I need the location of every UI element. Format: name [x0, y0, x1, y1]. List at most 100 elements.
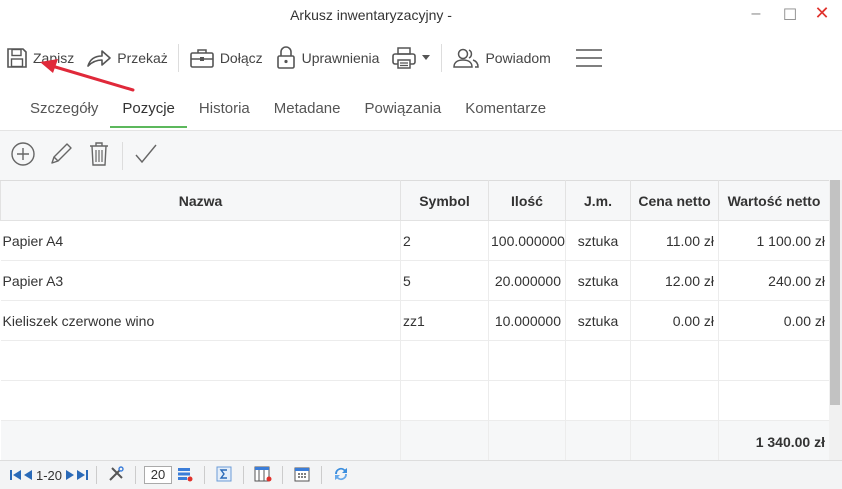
table-row[interactable]: Kieliszek czerwone wino zz1 10.000000 sz…: [0, 300, 830, 341]
briefcase-icon: [189, 47, 215, 69]
hamburger-menu-icon: [575, 47, 603, 69]
column-header-nazwa[interactable]: Nazwa: [0, 180, 401, 221]
cell-name: Kieliszek czerwone wino: [0, 300, 401, 341]
tab-metadane[interactable]: Metadane: [262, 90, 353, 128]
permissions-button[interactable]: Uprawnienia: [269, 38, 386, 78]
refresh-button[interactable]: [330, 465, 352, 485]
calendar-icon: [294, 466, 310, 485]
page-size-input[interactable]: 20: [144, 466, 173, 484]
tab-pozycje[interactable]: Pozycje: [110, 90, 187, 128]
title-bar: Arkusz inwentaryzacyjny - – ☐ ✕: [0, 0, 842, 32]
pager-divider: [282, 466, 284, 484]
column-header-wartosc-netto[interactable]: Wartość netto: [718, 180, 830, 221]
cell-qty: 20.000000: [488, 260, 566, 301]
pager-divider: [321, 466, 323, 484]
print-button[interactable]: [385, 38, 437, 78]
tab-szczegoly[interactable]: Szczegóły: [18, 90, 110, 128]
cell-symbol: 2: [400, 220, 489, 261]
cell-value: 240.00 zł: [718, 260, 830, 301]
scrollbar-thumb[interactable]: [830, 180, 840, 405]
tools-button[interactable]: [105, 465, 127, 485]
cell-symbol: 5: [400, 260, 489, 301]
pencil-icon: [48, 141, 74, 170]
sum-button[interactable]: [213, 465, 235, 485]
save-label: Zapisz: [33, 50, 75, 66]
column-header-symbol[interactable]: Symbol: [400, 180, 489, 221]
cell-price: 12.00 zł: [630, 260, 719, 301]
chevron-down-icon[interactable]: [421, 54, 431, 62]
cell-unit: sztuka: [565, 260, 631, 301]
table-row-empty: [0, 380, 830, 421]
pager-divider: [204, 466, 206, 484]
table-header-row: Nazwa Symbol Ilość J.m. Cena netto Warto…: [0, 180, 830, 221]
action-divider: [122, 141, 123, 170]
floppy-disk-icon: [6, 47, 28, 69]
cell-qty: 10.000000: [488, 300, 566, 341]
attach-label: Dołącz: [219, 50, 263, 66]
plus-circle-icon: [10, 141, 36, 170]
page-range: 1-20: [36, 467, 63, 483]
toolbar-divider: [177, 44, 179, 72]
total-value: 1 340.00 zł: [718, 420, 830, 464]
users-icon: [452, 47, 480, 69]
close-button[interactable]: ✕: [812, 3, 832, 24]
wrench-screwdriver-icon: [108, 465, 124, 485]
save-button[interactable]: Zapisz: [0, 38, 80, 78]
cell-symbol: zz1: [400, 300, 489, 341]
delete-item-button[interactable]: [80, 136, 118, 176]
lock-icon: [275, 46, 297, 70]
maximize-button[interactable]: ☐: [780, 5, 800, 25]
prev-page-icon[interactable]: [24, 468, 32, 483]
cell-value: 1 100.00 zł: [718, 220, 830, 261]
window-title: Arkusz inwentaryzacyjny -: [290, 7, 452, 23]
main-toolbar: Zapisz Przekaż Dołącz Uprawnienia Powiad…: [0, 36, 842, 80]
column-header-cena-netto[interactable]: Cena netto: [630, 180, 719, 221]
columns-button[interactable]: [252, 465, 274, 485]
pager-divider: [135, 466, 137, 484]
cell-price: 0.00 zł: [630, 300, 719, 341]
minimize-button[interactable]: –: [746, 5, 766, 23]
edit-item-button[interactable]: [42, 136, 80, 176]
cell-name: Papier A4: [0, 220, 401, 261]
attach-button[interactable]: Dołącz: [183, 38, 269, 78]
pager-bar: 1-20 20: [0, 460, 842, 489]
next-page-icon[interactable]: [66, 468, 75, 483]
tab-powiazania[interactable]: Powiązania: [352, 90, 453, 128]
checkmark-icon: [133, 141, 159, 170]
column-header-ilosc[interactable]: Ilość: [488, 180, 566, 221]
items-table: Nazwa Symbol Ilość J.m. Cena netto Warto…: [0, 180, 830, 464]
tab-bar: Szczegóły Pozycje Historia Metadane Powi…: [0, 90, 842, 130]
calendar-button[interactable]: [291, 465, 313, 485]
tab-historia[interactable]: Historia: [187, 90, 262, 128]
last-page-icon[interactable]: [76, 468, 89, 483]
printer-icon: [391, 46, 417, 70]
forward-button[interactable]: Przekaż: [80, 38, 174, 78]
forward-label: Przekaż: [117, 50, 168, 66]
cell-price: 11.00 zł: [630, 220, 719, 261]
cell-qty: 100.000000: [488, 220, 566, 261]
pagination: 1-20: [10, 467, 89, 483]
share-arrow-icon: [86, 47, 112, 69]
pager-divider: [96, 466, 98, 484]
page-size-button[interactable]: [174, 465, 196, 485]
cell-value: 0.00 zł: [718, 300, 830, 341]
sigma-icon: [216, 466, 232, 485]
table-row[interactable]: Papier A3 5 20.000000 sztuka 12.00 zł 24…: [0, 260, 830, 301]
trash-icon: [87, 141, 111, 170]
table-row-empty: [0, 340, 830, 381]
rows-list-icon: [177, 466, 193, 485]
approve-button[interactable]: [127, 136, 165, 176]
menu-button[interactable]: [569, 38, 609, 78]
refresh-icon: [332, 465, 350, 486]
table-row[interactable]: Papier A4 2 100.000000 sztuka 11.00 zł 1…: [0, 220, 830, 261]
first-page-icon[interactable]: [10, 468, 22, 483]
column-header-jm[interactable]: J.m.: [565, 180, 631, 221]
add-item-button[interactable]: [4, 136, 42, 176]
cell-unit: sztuka: [565, 220, 631, 261]
pager-divider: [243, 466, 245, 484]
cell-unit: sztuka: [565, 300, 631, 341]
notify-button[interactable]: Powiadom: [446, 38, 556, 78]
tab-komentarze[interactable]: Komentarze: [453, 90, 558, 128]
summary-row: 1 340.00 zł: [0, 420, 830, 464]
vertical-scrollbar[interactable]: [829, 180, 842, 460]
